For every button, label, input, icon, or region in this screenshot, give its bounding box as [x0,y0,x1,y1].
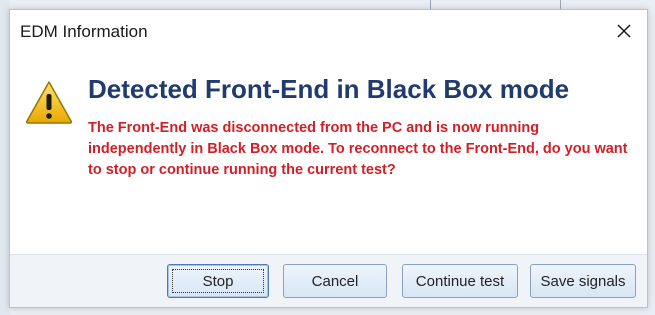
continue-test-button[interactable]: Continue test [402,264,518,298]
dialog-message: The Front-End was disconnected from the … [88,120,628,178]
button-bar: Stop Cancel Continue test Save signals [10,254,647,307]
stop-button[interactable]: Stop [167,264,269,298]
dialog-title: EDM Information [20,22,148,41]
close-icon [617,24,631,38]
dialog-heading: Detected Front-End in Black Box mode [88,74,570,104]
background-line [430,0,431,9]
warning-icon [25,81,73,124]
close-button[interactable] [607,16,641,46]
save-signals-button-label: Save signals [540,272,626,290]
background-line [560,0,561,9]
stop-button-label: Stop [202,272,234,290]
save-signals-button[interactable]: Save signals [530,264,636,298]
cancel-button[interactable]: Cancel [283,264,387,298]
dialog-titlebar: EDM Information [10,10,647,52]
continue-test-button-label: Continue test [415,272,505,290]
cancel-button-label: Cancel [311,272,359,290]
edm-information-dialog: EDM Information Detected Front-End in Bl… [9,9,648,308]
